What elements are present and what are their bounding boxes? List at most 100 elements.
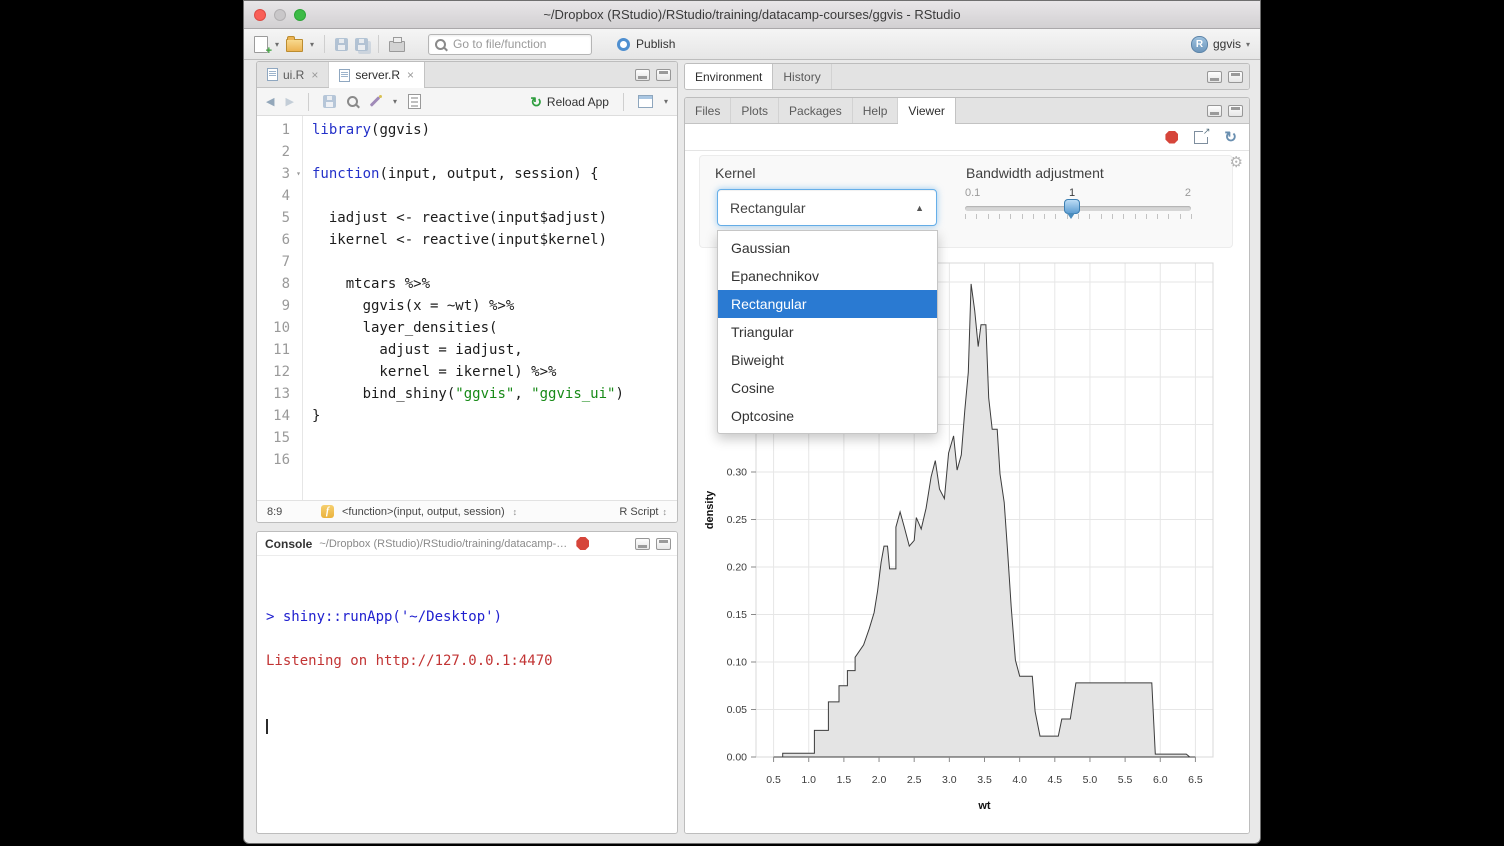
tab-label: History — [783, 70, 820, 84]
console-caret — [266, 719, 268, 734]
svg-text:6.5: 6.5 — [1188, 774, 1203, 786]
svg-text:0.5: 0.5 — [766, 774, 781, 786]
publish-button[interactable]: Publish — [617, 37, 675, 51]
svg-text:4.0: 4.0 — [1012, 774, 1027, 786]
minimize-pane-button[interactable] — [635, 538, 650, 550]
tab-packages[interactable]: Packages — [779, 98, 853, 123]
tab-history[interactable]: History — [773, 64, 831, 89]
reload-app-label: Reload App — [547, 95, 609, 109]
tab-plots[interactable]: Plots — [731, 98, 779, 123]
maximize-pane-button[interactable] — [1228, 71, 1243, 83]
console-header: Console ~/Dropbox (RStudio)/RStudio/trai… — [257, 532, 677, 556]
tab-ui-r[interactable]: ui.R × — [257, 62, 329, 87]
environment-pane: Environment History — [684, 63, 1250, 90]
svg-text:wt: wt — [977, 800, 991, 812]
slider-handle[interactable] — [1064, 199, 1080, 214]
bandwidth-label: Bandwidth adjustment — [966, 165, 1104, 181]
svg-text:5.5: 5.5 — [1118, 774, 1133, 786]
svg-text:0.30: 0.30 — [727, 467, 748, 479]
stop-icon[interactable] — [576, 537, 589, 550]
reload-icon: ↻ — [530, 95, 542, 109]
back-icon[interactable]: ◀ — [266, 95, 274, 108]
close-icon[interactable]: × — [311, 68, 318, 82]
console-pane: Console ~/Dropbox (RStudio)/RStudio/trai… — [256, 531, 678, 834]
tab-server-r[interactable]: server.R × — [329, 62, 425, 88]
source-menu-caret[interactable]: ▾ — [664, 97, 668, 106]
kernel-select[interactable]: Rectangular ▲ — [717, 189, 937, 226]
viewer-toolbar: ↻ — [685, 124, 1249, 151]
print-icon[interactable] — [389, 41, 405, 52]
console-body[interactable]: > shiny::runApp('~/Desktop') Listening o… — [257, 556, 677, 833]
svg-text:6.0: 6.0 — [1153, 774, 1168, 786]
minimize-pane-button[interactable] — [1207, 105, 1222, 117]
file-type-selector[interactable]: R Script — [619, 506, 658, 518]
r-project-icon: R — [1191, 36, 1208, 53]
console-lines: > shiny::runApp('~/Desktop') Listening o… — [266, 606, 668, 672]
refresh-icon[interactable]: ↻ — [1224, 130, 1237, 145]
kernel-option[interactable]: Cosine — [718, 374, 937, 402]
tab-help[interactable]: Help — [853, 98, 899, 123]
tab-viewer[interactable]: Viewer — [898, 98, 955, 124]
open-file-icon[interactable] — [286, 39, 303, 52]
maximize-pane-button[interactable] — [656, 69, 671, 81]
tab-label: server.R — [355, 68, 400, 82]
r-file-icon — [267, 68, 278, 81]
source-menu-icon[interactable] — [638, 95, 653, 108]
kernel-dropdown: GaussianEpanechnikovRectangularTriangula… — [717, 230, 938, 434]
bandwidth-slider[interactable]: 0.1 1 2 — [965, 187, 1191, 231]
svg-text:5.0: 5.0 — [1083, 774, 1098, 786]
save-icon[interactable] — [335, 38, 348, 51]
goto-file-search[interactable] — [428, 34, 592, 55]
code-tools-icon[interactable] — [369, 95, 382, 108]
kernel-option[interactable]: Rectangular — [718, 290, 937, 318]
slider-ticks — [965, 214, 1191, 220]
filetype-updown-icon: ↕ — [663, 507, 668, 517]
minimize-pane-button[interactable] — [635, 69, 650, 81]
forward-icon[interactable]: ▶ — [285, 95, 293, 108]
editor-gutter: 123▾45678910111213141516 — [257, 116, 303, 500]
save-icon[interactable] — [323, 95, 336, 108]
new-file-icon[interactable] — [254, 36, 268, 53]
project-menu[interactable]: R ggvis ▾ — [1191, 29, 1250, 59]
new-file-dropdown-caret[interactable]: ▾ — [275, 40, 279, 49]
close-icon[interactable]: × — [407, 68, 414, 82]
kernel-option[interactable]: Triangular — [718, 318, 937, 346]
code-editor[interactable]: 123▾45678910111213141516 library(ggvis) … — [257, 116, 677, 500]
viewer-content: ⚙ Kernel Rectangular ▲ GaussianEpanechni… — [685, 151, 1249, 833]
tab-environment[interactable]: Environment — [685, 64, 773, 90]
editor-statusbar: 8:9 f <function>(input, output, session)… — [257, 500, 677, 522]
maximize-pane-button[interactable] — [656, 538, 671, 550]
rstudio-window: ~/Dropbox (RStudio)/RStudio/training/dat… — [243, 0, 1261, 844]
find-replace-icon[interactable] — [347, 96, 358, 107]
close-window-button[interactable] — [254, 9, 266, 21]
tab-files[interactable]: Files — [685, 98, 731, 123]
kernel-option[interactable]: Epanechnikov — [718, 262, 937, 290]
save-all-icon[interactable] — [355, 38, 368, 51]
kernel-option[interactable]: Gaussian — [718, 234, 937, 262]
zoom-window-button[interactable] — [294, 9, 306, 21]
reload-app-button[interactable]: ↻ Reload App — [530, 95, 609, 109]
open-recent-dropdown-caret[interactable]: ▾ — [310, 40, 314, 49]
minimize-pane-button[interactable] — [1207, 71, 1222, 83]
svg-text:0.00: 0.00 — [727, 752, 748, 764]
open-in-new-window-icon[interactable] — [1194, 131, 1208, 144]
editor-code[interactable]: library(ggvis) function(input, output, s… — [303, 116, 624, 500]
slider-min-label: 0.1 — [965, 187, 980, 199]
stop-app-icon[interactable] — [1165, 131, 1178, 144]
goto-file-input[interactable] — [451, 36, 585, 52]
toolbar-separator — [378, 35, 379, 53]
svg-text:0.15: 0.15 — [727, 609, 748, 621]
minimize-window-button[interactable] — [274, 9, 286, 21]
gear-icon[interactable]: ⚙ — [1230, 153, 1243, 171]
code-tools-caret[interactable]: ▾ — [393, 97, 397, 106]
kernel-selected-value: Rectangular — [730, 200, 806, 216]
svg-text:0.10: 0.10 — [727, 657, 748, 669]
console-title[interactable]: Console — [265, 537, 312, 551]
console-working-directory: ~/Dropbox (RStudio)/RStudio/training/dat… — [319, 538, 569, 550]
kernel-option[interactable]: Optcosine — [718, 402, 937, 430]
compile-report-icon[interactable] — [408, 94, 421, 109]
search-icon — [435, 39, 446, 50]
maximize-pane-button[interactable] — [1228, 105, 1243, 117]
scope-selector[interactable]: <function>(input, output, session) — [342, 506, 505, 518]
kernel-option[interactable]: Biweight — [718, 346, 937, 374]
